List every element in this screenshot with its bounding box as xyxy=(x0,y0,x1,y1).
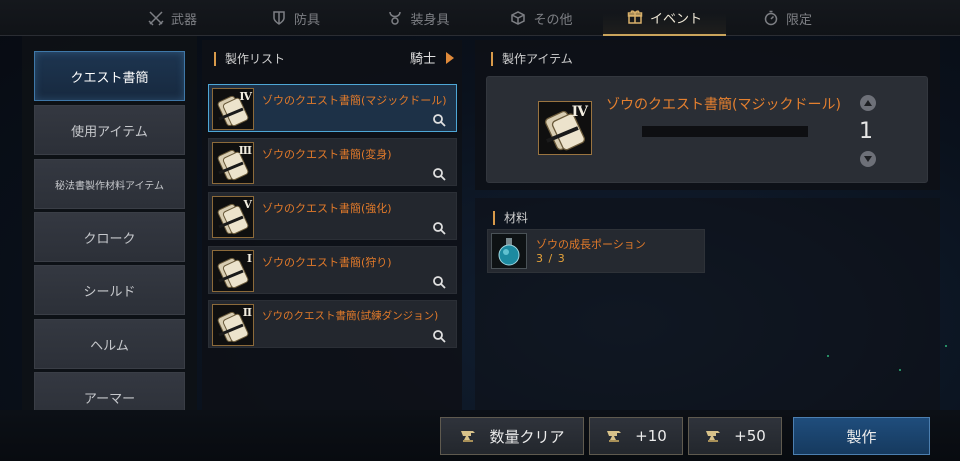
potion-icon xyxy=(491,233,527,269)
scroll-icon: II xyxy=(212,304,254,346)
tab-label: 武器 xyxy=(170,12,197,28)
triangle-up-icon xyxy=(864,100,872,106)
category-shield[interactable]: シールド xyxy=(34,265,185,315)
scroll-icon: III xyxy=(212,142,254,184)
anvil-icon xyxy=(706,431,721,442)
material-name: ゾウの成長ポーション xyxy=(536,238,646,251)
anvil-icon xyxy=(461,431,476,442)
tab-other[interactable]: その他 xyxy=(480,0,603,36)
category-armor[interactable]: アーマー xyxy=(34,372,185,410)
list-item[interactable]: II ゾウのクエスト書簡(試練ダンジョン) xyxy=(208,300,457,348)
tab-label: その他 xyxy=(533,12,573,28)
quantity-decrease-button[interactable] xyxy=(860,151,876,167)
tab-label: 防具 xyxy=(293,12,320,28)
scroll-icon: IV xyxy=(212,88,254,130)
materials-header: 材料 xyxy=(493,209,528,226)
quantity-increase-button[interactable] xyxy=(860,95,876,111)
top-tab-bar: 武器 防具 装身具 その他 イベント 限定 xyxy=(0,0,960,36)
tab-label: 限定 xyxy=(785,12,812,28)
search-icon[interactable] xyxy=(432,328,446,343)
craft-item-panel: 製作アイテム IV ゾウのクエスト書簡(マジックドール) 1 xyxy=(475,40,940,190)
box-icon xyxy=(510,10,526,26)
necklace-icon xyxy=(387,10,403,26)
item-name: ゾウのクエスト書簡(マジックドール) xyxy=(262,94,447,107)
list-item[interactable]: V ゾウのクエスト書簡(強化) xyxy=(208,192,457,240)
search-icon[interactable] xyxy=(432,274,446,289)
list-item[interactable]: I ゾウのクエスト書簡(狩り) xyxy=(208,246,457,294)
quantity-value: 1 xyxy=(859,119,873,144)
category-cloak[interactable]: クローク xyxy=(34,212,185,262)
category-panel: クエスト書簡 使用アイテム 秘法書製作材料アイテム クローク シールド ヘルム … xyxy=(22,36,197,410)
plus-10-button[interactable]: +10 xyxy=(589,417,683,455)
search-icon[interactable] xyxy=(432,112,446,127)
scroll-icon: I xyxy=(212,250,254,292)
class-filter-button[interactable]: 騎士 xyxy=(410,48,454,67)
materials-panel: 材料 ゾウの成長ポーション 3 / 3 xyxy=(475,198,947,410)
clear-quantity-button[interactable]: 数量クリア xyxy=(440,417,584,455)
gift-icon xyxy=(627,9,643,25)
background-star xyxy=(899,369,901,371)
craft-list-header: 製作リスト xyxy=(214,50,285,67)
list-item[interactable]: III ゾウのクエスト書簡(変身) xyxy=(208,138,457,186)
tab-accessories[interactable]: 装身具 xyxy=(357,0,480,36)
item-name: ゾウのクエスト書簡(試練ダンジョン) xyxy=(262,310,439,322)
timer-icon xyxy=(763,10,779,26)
category-helm[interactable]: ヘルム xyxy=(34,319,185,369)
item-name: ゾウのクエスト書簡(変身) xyxy=(262,148,392,161)
tab-label: イベント xyxy=(649,11,702,27)
crossed-swords-icon xyxy=(148,10,164,26)
craft-list-panel: 製作リスト 騎士 IV ゾウのクエスト書簡(マジックドール) III ゾウのクエ… xyxy=(202,40,462,410)
category-quest-letter[interactable]: クエスト書簡 xyxy=(34,51,185,101)
shield-icon xyxy=(271,10,287,26)
item-name: ゾウのクエスト書簡(強化) xyxy=(262,202,392,215)
tab-event[interactable]: イベント xyxy=(603,0,726,36)
material-count: 3 / 3 xyxy=(536,252,566,265)
category-consumables[interactable]: 使用アイテム xyxy=(34,105,185,155)
tab-label: 装身具 xyxy=(410,12,450,28)
search-icon[interactable] xyxy=(432,166,446,181)
item-description-bar xyxy=(642,126,808,137)
craft-item-name: ゾウのクエスト書簡(マジックドール) xyxy=(606,97,841,113)
triangle-down-icon xyxy=(864,156,872,162)
plus-50-button[interactable]: +50 xyxy=(688,417,782,455)
category-secret-book-materials[interactable]: 秘法書製作材料アイテム xyxy=(34,159,185,209)
item-name: ゾウのクエスト書簡(狩り) xyxy=(262,256,392,269)
craft-item-card: IV ゾウのクエスト書簡(マジックドール) 1 xyxy=(486,76,928,183)
bottom-action-bar: 数量クリア +10 +50 製作 xyxy=(0,410,960,461)
tab-weapons[interactable]: 武器 xyxy=(111,0,234,36)
craft-item-header: 製作アイテム xyxy=(491,50,573,67)
anvil-icon xyxy=(607,431,622,442)
background-star xyxy=(945,345,947,347)
scroll-icon: IV xyxy=(538,101,592,155)
search-icon[interactable] xyxy=(432,220,446,235)
arrow-right-icon xyxy=(446,51,454,64)
craft-button[interactable]: 製作 xyxy=(793,417,930,455)
background-star xyxy=(827,355,829,357)
tab-limited[interactable]: 限定 xyxy=(726,0,849,36)
scroll-icon: V xyxy=(212,196,254,238)
tab-armor[interactable]: 防具 xyxy=(234,0,357,36)
material-item[interactable]: ゾウの成長ポーション 3 / 3 xyxy=(487,229,705,273)
list-item[interactable]: IV ゾウのクエスト書簡(マジックドール) xyxy=(208,84,457,132)
